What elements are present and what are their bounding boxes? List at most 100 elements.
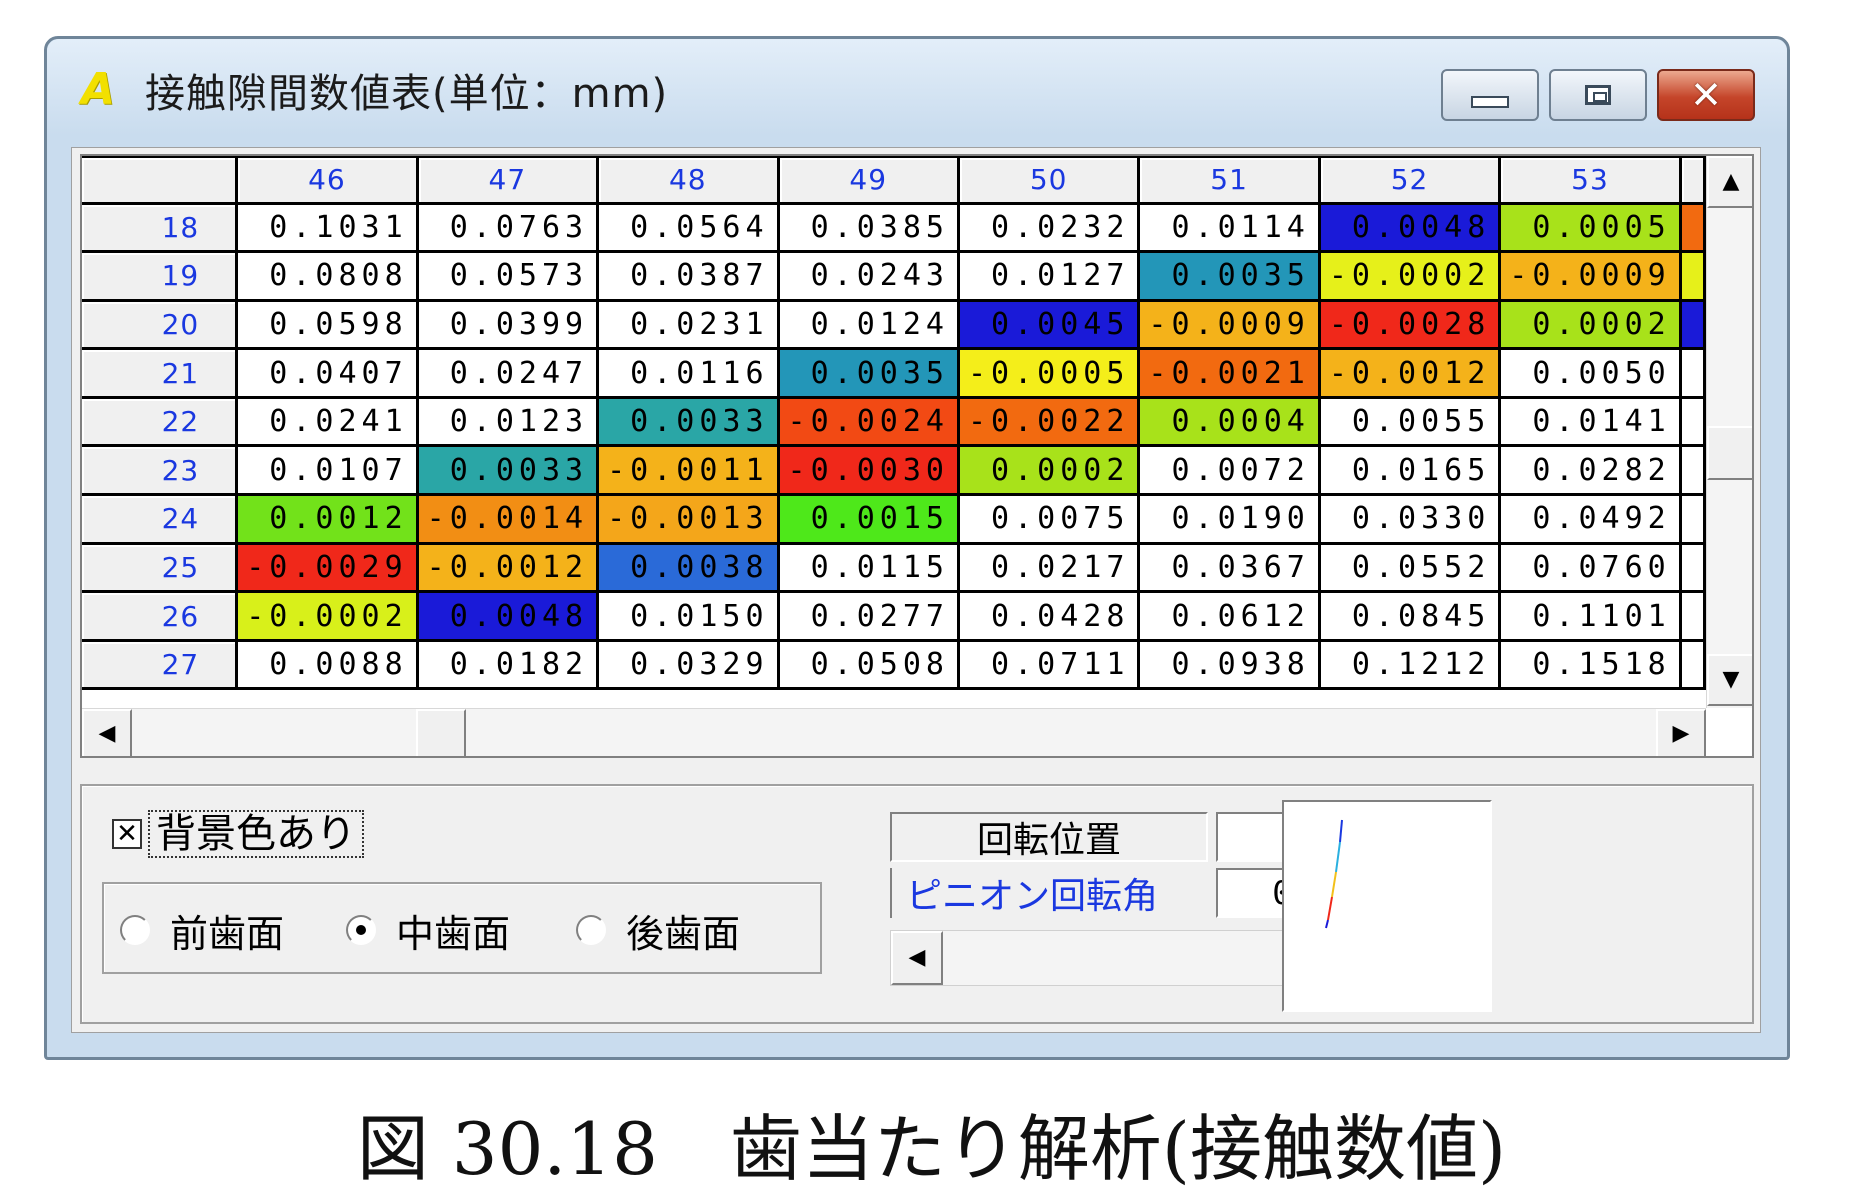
data-cell[interactable]: 0.0217 <box>958 543 1141 594</box>
column-header[interactable]: 49 <box>778 156 960 205</box>
data-cell[interactable]: -0.0012 <box>1319 348 1502 399</box>
data-cell[interactable]: -0.0028 <box>1319 300 1502 351</box>
radio-back-label[interactable]: 後歯面 <box>626 903 740 958</box>
data-cell[interactable]: -0.0030 <box>778 445 960 497</box>
data-cell[interactable]: 0.1212 <box>1319 640 1502 691</box>
data-cell[interactable]: 0.0182 <box>417 640 600 691</box>
data-cell[interactable]: 0.0763 <box>417 203 600 254</box>
data-cell[interactable]: 0.0055 <box>1319 397 1502 448</box>
data-cell[interactable]: 0.0492 <box>1499 494 1682 545</box>
rotation-scroll-left-button[interactable]: ◀ <box>891 931 943 985</box>
column-header[interactable]: 53 <box>1499 156 1682 205</box>
data-cell[interactable]: 0.0002 <box>1499 300 1682 351</box>
data-cell[interactable]: 0.0050 <box>1499 348 1682 399</box>
column-header[interactable]: 52 <box>1319 156 1502 205</box>
data-cell[interactable]: 0.0232 <box>958 203 1141 254</box>
minimize-button[interactable] <box>1441 69 1539 121</box>
data-cell[interactable]: 0.0075 <box>958 494 1141 545</box>
row-header[interactable]: 27 <box>82 640 239 691</box>
title-bar[interactable]: A 接触隙間数値表(単位：mm) ✕ <box>47 39 1787 135</box>
row-header[interactable]: 24 <box>82 494 239 545</box>
data-cell[interactable]: -0.0013 <box>597 494 780 545</box>
data-cell[interactable]: -0.0002 <box>236 591 419 642</box>
data-cell[interactable]: 0.0048 <box>1319 203 1502 254</box>
data-cell[interactable]: 0.0035 <box>1138 251 1321 302</box>
data-cell[interactable]: 0.0115 <box>778 543 960 594</box>
data-cell[interactable]: 0.0564 <box>597 203 780 254</box>
data-cell[interactable]: 0.0116 <box>597 348 780 399</box>
radio-middle-face[interactable]: 中歯面 <box>346 908 510 956</box>
background-color-checkbox-row[interactable]: ✕ 背景色あり <box>112 810 364 858</box>
data-cell[interactable]: 0.0127 <box>958 251 1141 302</box>
radio-middle-label[interactable]: 中歯面 <box>396 903 510 958</box>
data-cell[interactable]: 0.0033 <box>597 397 780 448</box>
column-header[interactable]: 51 <box>1138 156 1321 205</box>
data-cell[interactable]: 0.0385 <box>778 203 960 254</box>
scroll-down-button[interactable]: ▼ <box>1707 654 1752 706</box>
data-cell[interactable]: 0.0367 <box>1138 543 1321 594</box>
radio-middle-circle[interactable] <box>346 915 376 945</box>
background-color-label[interactable]: 背景色あり <box>148 810 364 858</box>
data-cell[interactable]: 0.0247 <box>417 348 600 399</box>
data-cell[interactable]: -0.0002 <box>1319 251 1502 302</box>
scroll-left-button[interactable]: ◀ <box>82 709 132 756</box>
data-cell[interactable]: 0.0012 <box>236 494 419 545</box>
data-cell[interactable]: -0.0022 <box>958 397 1141 448</box>
radio-front-circle[interactable] <box>120 915 150 945</box>
vertical-scroll-thumb[interactable] <box>1707 426 1752 480</box>
vertical-scrollbar[interactable]: ▲ ▼ <box>1706 156 1752 708</box>
scroll-up-button[interactable]: ▲ <box>1707 156 1752 208</box>
data-cell[interactable]: 0.1518 <box>1499 640 1682 691</box>
data-cell[interactable]: 0.0243 <box>778 251 960 302</box>
data-cell[interactable]: 0.0004 <box>1138 397 1321 448</box>
data-cell[interactable]: -0.0021 <box>1138 348 1321 399</box>
data-cell[interactable]: 0.0508 <box>778 640 960 691</box>
data-cell[interactable]: 0.1101 <box>1499 591 1682 642</box>
data-cell[interactable]: 0.0407 <box>236 348 419 399</box>
data-cell[interactable]: 0.0033 <box>417 445 600 497</box>
column-header[interactable]: 47 <box>417 156 600 205</box>
data-cell[interactable]: -0.0005 <box>958 348 1141 399</box>
scroll-right-button[interactable]: ▶ <box>1656 709 1706 756</box>
data-cell[interactable]: 0.0038 <box>597 543 780 594</box>
horizontal-scroll-thumb[interactable] <box>416 709 466 756</box>
row-header[interactable]: 26 <box>82 591 239 642</box>
data-cell[interactable]: -0.0024 <box>778 397 960 448</box>
data-cell[interactable]: 0.1031 <box>236 203 419 254</box>
radio-back-face[interactable]: 後歯面 <box>576 908 740 956</box>
data-cell[interactable]: 0.0190 <box>1138 494 1321 545</box>
data-cell[interactable]: 0.0141 <box>1499 397 1682 448</box>
data-cell[interactable]: 0.0612 <box>1138 591 1321 642</box>
data-cell[interactable]: 0.0428 <box>958 591 1141 642</box>
close-button[interactable]: ✕ <box>1657 69 1755 121</box>
data-cell[interactable]: 0.0005 <box>1499 203 1682 254</box>
data-cell[interactable]: 0.0150 <box>597 591 780 642</box>
column-header[interactable]: 48 <box>597 156 780 205</box>
data-cell[interactable]: 0.0711 <box>958 640 1141 691</box>
horizontal-scrollbar[interactable]: ◀ ▶ <box>82 708 1706 756</box>
data-cell[interactable]: 0.0277 <box>778 591 960 642</box>
data-cell[interactable]: 0.0329 <box>597 640 780 691</box>
row-header[interactable]: 20 <box>82 300 239 351</box>
row-header[interactable]: 18 <box>82 203 239 254</box>
data-cell[interactable]: 0.0107 <box>236 445 419 497</box>
row-header[interactable]: 22 <box>82 397 239 448</box>
data-cell[interactable]: -0.0012 <box>417 543 600 594</box>
data-cell[interactable]: 0.0088 <box>236 640 419 691</box>
row-header[interactable]: 19 <box>82 251 239 302</box>
data-cell[interactable]: 0.0072 <box>1138 445 1321 497</box>
data-cell[interactable]: 0.0845 <box>1319 591 1502 642</box>
data-cell[interactable]: -0.0009 <box>1499 251 1682 302</box>
radio-front-face[interactable]: 前歯面 <box>120 908 284 956</box>
data-cell[interactable]: -0.0029 <box>236 543 419 594</box>
data-cell[interactable]: -0.0014 <box>417 494 600 545</box>
data-cell[interactable]: 0.0002 <box>958 445 1141 497</box>
data-cell[interactable]: 0.0573 <box>417 251 600 302</box>
data-cell[interactable]: 0.0165 <box>1319 445 1502 497</box>
data-grid[interactable]: 46 47 48 49 50 51 52 53 18 0.1031 0.0763 0.0564 0.03… <box>82 156 1706 708</box>
data-cell[interactable]: 0.0808 <box>236 251 419 302</box>
data-cell[interactable]: 0.0552 <box>1319 543 1502 594</box>
data-cell[interactable]: 0.0387 <box>597 251 780 302</box>
data-cell[interactable]: 0.0035 <box>778 348 960 399</box>
data-cell[interactable]: 0.0598 <box>236 300 419 351</box>
